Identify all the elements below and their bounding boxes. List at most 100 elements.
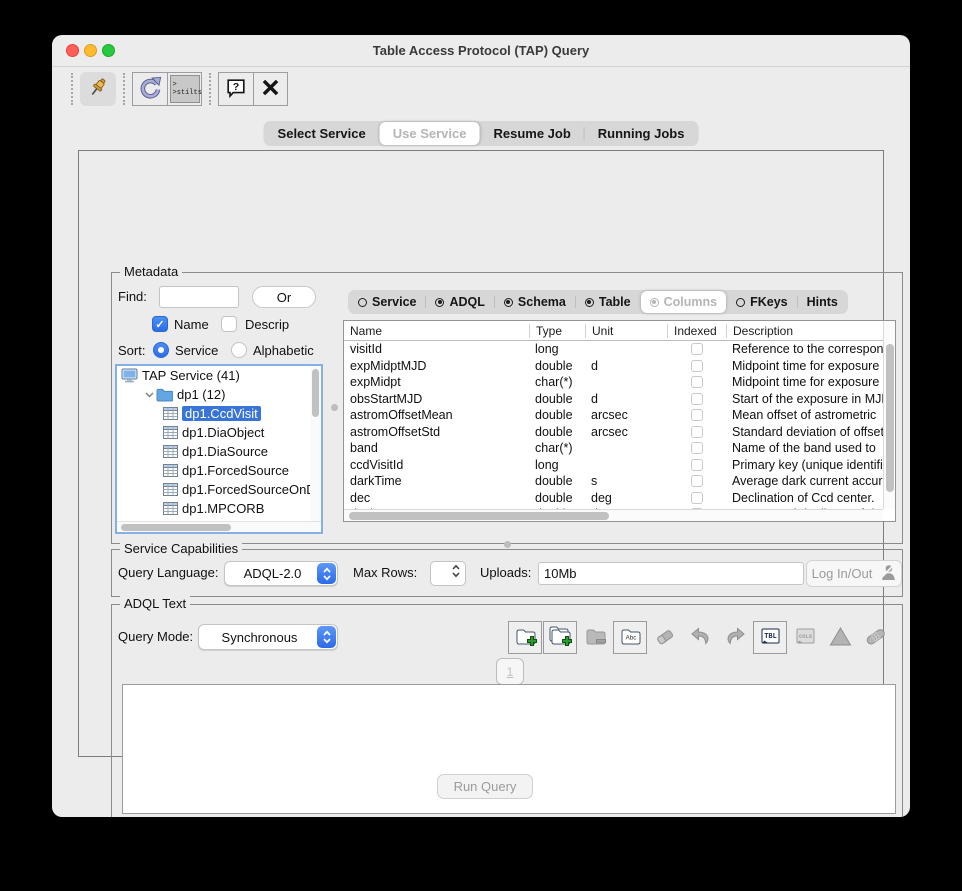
use-service-panel: Metadata Find: Or Name Descrip Sort: Ser… [78, 150, 884, 757]
columns-table-vertical-scrollbar[interactable] [883, 321, 895, 509]
view-tab-table[interactable]: Table [576, 291, 640, 313]
tree-item-dp1-diaobject[interactable]: dp1.DiaObject [117, 423, 321, 442]
adql-toolbar: AbcTBLCOLS [508, 621, 892, 654]
cell-indexed [667, 426, 726, 438]
query-language-dropdown[interactable]: ADQL-2.0 [224, 561, 338, 586]
columns-table-horizontal-scrollbar[interactable] [344, 509, 883, 521]
table-row[interactable]: decdoubledegDeclination of Ccd center. [344, 490, 883, 507]
query-mode-dropdown[interactable]: Synchronous [198, 624, 338, 650]
tab-resume-job[interactable]: Resume Job [480, 122, 583, 145]
cell-description: Start of the exposure in MJD [726, 392, 883, 406]
indexed-checkbox[interactable] [691, 492, 703, 504]
stilts-button[interactable]: >>stilts [167, 73, 201, 105]
table-row[interactable]: expMidptchar(*)Midpoint time for exposur… [344, 374, 883, 391]
tree-vertical-scrollbar[interactable] [310, 366, 321, 521]
indexed-checkbox[interactable] [691, 393, 703, 405]
column-header-unit[interactable]: Unit [585, 324, 667, 338]
tree-item-dp1-12-[interactable]: dp1 (12) [117, 385, 321, 404]
reload-button[interactable] [133, 73, 167, 105]
or-button[interactable]: Or [252, 286, 316, 308]
table-row[interactable]: ccdVisitIdlongPrimary key (unique identi… [344, 457, 883, 474]
cell-unit: d [585, 359, 667, 373]
sort-radio-alphabetic[interactable] [231, 342, 247, 358]
tree-item-dp1-ccdvisit[interactable]: dp1.CcdVisit [117, 404, 321, 423]
tree-item-label: dp1.ForcedSource [182, 463, 289, 478]
indexed-checkbox[interactable] [691, 343, 703, 355]
indexed-checkbox[interactable] [691, 409, 703, 421]
cell-name: expMidpt [344, 375, 529, 389]
tree-item-dp1-forcedsourceond[interactable]: dp1.ForcedSourceOnD [117, 480, 321, 499]
zoom-window-button[interactable] [102, 44, 115, 57]
tree-split-divider[interactable] [331, 404, 338, 411]
view-tab-service[interactable]: Service [349, 291, 425, 313]
sort-radio-label: Service [175, 343, 218, 358]
view-tab-hints[interactable]: Hints [798, 291, 847, 313]
close-window-button[interactable] [66, 44, 79, 57]
add-tab-button[interactable] [508, 621, 542, 654]
tab-use-service[interactable]: Use Service [380, 122, 480, 145]
view-tab-fkeys[interactable]: FKeys [727, 291, 797, 313]
cell-type: double [529, 408, 585, 422]
sort-radio-service[interactable] [153, 342, 169, 358]
tab-running-jobs[interactable]: Running Jobs [585, 122, 698, 145]
log-in-out-button[interactable]: Log In/Out [806, 560, 902, 587]
max-rows-spinner[interactable] [430, 561, 466, 586]
table-row[interactable]: obsStartMJDdoubledStart of the exposure … [344, 391, 883, 408]
chevron-down-icon[interactable] [142, 390, 156, 399]
descrip-checkbox[interactable] [221, 316, 237, 332]
uploads-input[interactable] [538, 562, 804, 585]
column-header-name[interactable]: Name [344, 324, 529, 338]
tree-item-dp1-forcedsource[interactable]: dp1.ForcedSource [117, 461, 321, 480]
cell-description: Declination of Ccd center. [726, 491, 883, 505]
tree-item-dp1-mpcorb[interactable]: dp1.MPCORB [117, 499, 321, 518]
tree-item-dp1-diasource[interactable]: dp1.DiaSource [117, 442, 321, 461]
tab-label: Select Service [278, 126, 366, 141]
column-header-type[interactable]: Type [529, 324, 585, 338]
tree-item-tap-service-41-[interactable]: TAP Service (41) [117, 366, 321, 385]
table-row[interactable]: expMidptMJDdoubledMidpoint time for expo… [344, 358, 883, 375]
indexed-checkbox[interactable] [691, 426, 703, 438]
minimize-window-button[interactable] [84, 44, 97, 57]
column-header-indexed[interactable]: Indexed [667, 324, 726, 338]
editor-tab-1[interactable]: 1 [496, 658, 524, 685]
table-row[interactable]: astromOffsetStddoublearcsecStandard devi… [344, 424, 883, 441]
vertical-split-divider[interactable] [504, 541, 511, 548]
max-rows-label: Max Rows: [353, 565, 417, 580]
clear-text-icon [653, 624, 678, 652]
view-tab-adql[interactable]: ADQL [426, 291, 493, 313]
filled-radio-icon [435, 298, 444, 307]
indexed-checkbox[interactable] [691, 442, 703, 454]
view-tab-schema[interactable]: Schema [495, 291, 575, 313]
table-icon [163, 407, 178, 420]
table-row[interactable]: visitIdlongReference to the correspon [344, 341, 883, 358]
table-row[interactable]: astromOffsetMeandoublearcsecMean offset … [344, 407, 883, 424]
tab-label: Use Service [393, 126, 467, 141]
cell-type: char(*) [529, 441, 585, 455]
tree-item-label: dp1.DiaObject [182, 425, 264, 440]
help-button[interactable]: ? [219, 73, 253, 105]
cell-unit: arcsec [585, 425, 667, 439]
indexed-checkbox[interactable] [691, 360, 703, 372]
indexed-checkbox[interactable] [691, 475, 703, 487]
service-capabilities-legend: Service Capabilities [120, 541, 242, 556]
pin-window-button[interactable] [80, 72, 116, 106]
insert-table-button[interactable]: TBL [753, 621, 787, 654]
view-tab-columns[interactable]: Columns [641, 291, 726, 313]
column-header-description[interactable]: Description [726, 324, 885, 338]
indexed-checkbox[interactable] [691, 459, 703, 471]
columns-table-body: visitIdlongReference to the corresponexp… [344, 341, 883, 509]
cell-unit: arcsec [585, 408, 667, 422]
table-row[interactable]: bandchar(*)Name of the band used to [344, 440, 883, 457]
rename-tab-button[interactable]: Abc [613, 621, 647, 654]
cell-indexed [667, 492, 726, 504]
close-panel-button[interactable] [253, 73, 287, 105]
run-query-button[interactable]: Run Query [437, 774, 533, 799]
table-row[interactable]: darkTimedoublesAverage dark current accu… [344, 473, 883, 490]
find-input[interactable] [159, 286, 239, 308]
copy-tab-button[interactable] [543, 621, 577, 654]
metadata-view-tabs: ServiceADQLSchemaTableColumnsFKeysHints [348, 290, 848, 314]
tree-horizontal-scrollbar[interactable] [117, 521, 321, 532]
indexed-checkbox[interactable] [691, 376, 703, 388]
name-checkbox[interactable] [152, 316, 168, 332]
tab-select-service[interactable]: Select Service [265, 122, 379, 145]
